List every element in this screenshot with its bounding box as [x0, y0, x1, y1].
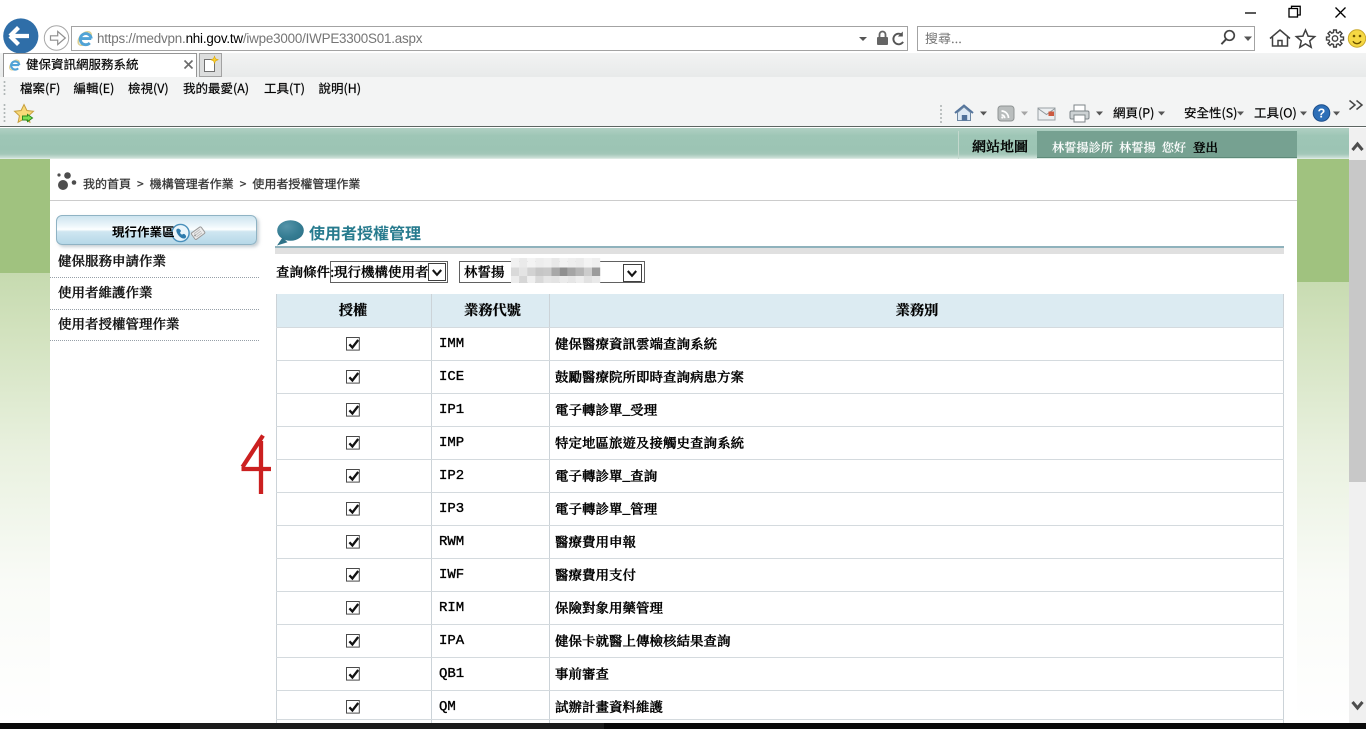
svg-text:?: ?: [1318, 107, 1326, 121]
